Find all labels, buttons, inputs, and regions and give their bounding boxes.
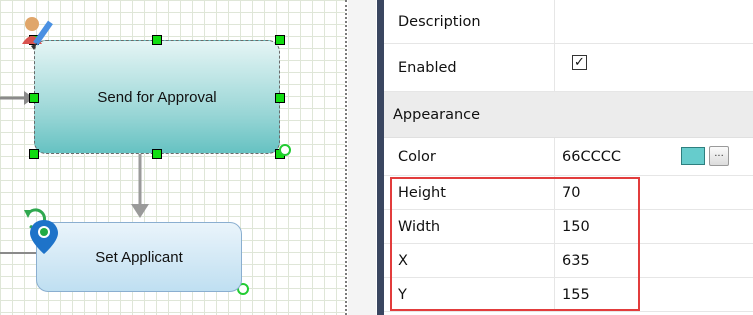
column-separator — [554, 44, 555, 91]
resize-handle-bottom-left[interactable] — [29, 149, 39, 159]
property-row-y[interactable]: Y 155 — [384, 278, 753, 312]
set-applicant-shape[interactable]: Set Applicant — [36, 222, 242, 292]
color-picker-button[interactable]: ... — [709, 146, 729, 166]
category-appearance[interactable]: Appearance — [384, 92, 753, 138]
column-separator — [554, 244, 555, 277]
column-separator — [554, 278, 555, 311]
location-pin-icon — [30, 220, 58, 254]
property-value[interactable]: 66CCCC — [562, 138, 621, 176]
property-value[interactable]: 150 — [562, 210, 590, 244]
property-row-color[interactable]: Color 66CCCC ... — [384, 138, 753, 176]
workflow-canvas[interactable]: Send for Approval Set Applicant — [0, 0, 345, 315]
output-port[interactable] — [279, 144, 291, 156]
property-value[interactable]: 155 — [562, 278, 590, 312]
property-value[interactable]: 70 — [562, 176, 580, 210]
set-applicant-label: Set Applicant — [95, 248, 183, 266]
send-for-approval-label: Send for Approval — [97, 88, 217, 106]
property-name: Width — [398, 219, 441, 235]
property-name: Y — [398, 287, 407, 303]
color-swatch[interactable] — [681, 147, 705, 165]
enabled-checkbox[interactable]: ✓ — [572, 55, 587, 70]
property-row-x[interactable]: X 635 — [384, 244, 753, 278]
resize-handle-right[interactable] — [275, 93, 285, 103]
property-grid: Description Enabled ✓ Appearance Color 6… — [384, 0, 753, 315]
category-label: Appearance — [393, 107, 481, 123]
pane-gutter — [348, 0, 376, 315]
connector-arrow — [131, 154, 149, 218]
pane-divider[interactable] — [345, 0, 347, 315]
property-name: Enabled — [398, 60, 457, 76]
property-row-height[interactable]: Height 70 — [384, 176, 753, 210]
property-grid-edge — [377, 0, 384, 315]
resize-handle-bottom[interactable] — [152, 149, 162, 159]
column-separator — [554, 210, 555, 243]
column-separator — [554, 138, 555, 175]
property-row-description[interactable]: Description — [384, 0, 753, 44]
property-row-enabled[interactable]: Enabled ✓ — [384, 44, 753, 92]
property-value[interactable]: 635 — [562, 244, 590, 278]
resize-handle-left[interactable] — [29, 93, 39, 103]
property-name: Height — [398, 185, 446, 201]
property-name: Color — [398, 149, 436, 165]
resize-handle-top-right[interactable] — [275, 35, 285, 45]
resize-handle-top[interactable] — [152, 35, 162, 45]
property-name: Description — [398, 14, 481, 30]
property-name: X — [398, 253, 408, 269]
user-edit-icon — [22, 17, 53, 50]
column-separator — [554, 0, 555, 43]
property-row-width[interactable]: Width 150 — [384, 210, 753, 244]
column-separator — [554, 176, 555, 209]
send-for-approval-shape[interactable]: Send for Approval — [34, 40, 280, 154]
